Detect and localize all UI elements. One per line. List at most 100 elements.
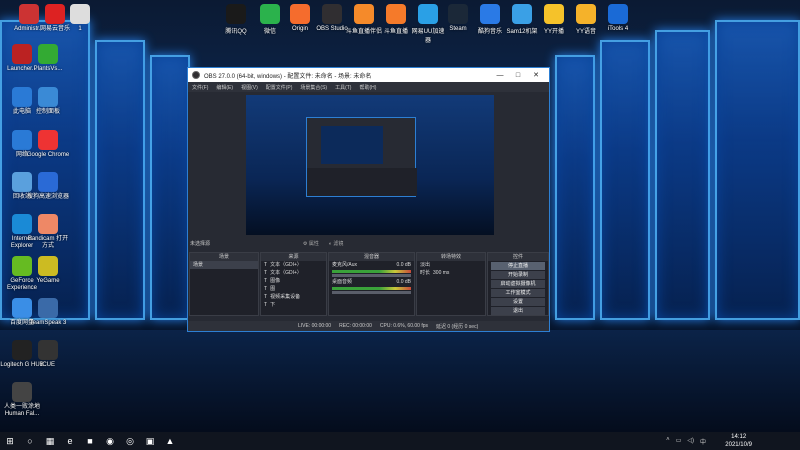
duration-field[interactable]: 时长 300 ms xyxy=(417,269,485,277)
preview-nested-docks xyxy=(307,168,417,196)
source-item[interactable]: T 图像 xyxy=(261,277,326,285)
control-button[interactable]: 工作室模式 xyxy=(491,289,545,297)
taskbar-app[interactable]: ▲ xyxy=(160,432,180,450)
scene-item[interactable]: 场景 xyxy=(190,261,258,269)
obs-statusbar: LIVE: 00:00:00 REC: 00:00:00 CPU: 0.6%, 60… xyxy=(188,321,549,331)
app-icon xyxy=(38,44,58,64)
transitions-dock: 转场特效 淡出 时长 300 ms xyxy=(416,252,486,316)
volume-meter xyxy=(332,287,411,290)
clock-time: 14:12 xyxy=(731,434,747,440)
desktop-icon[interactable]: YeGame xyxy=(26,256,70,285)
source-item[interactable]: T图 xyxy=(261,285,326,293)
taskbar-app[interactable]: ▦ xyxy=(40,432,60,450)
desktop-icon[interactable]: Origin xyxy=(282,4,318,32)
close-button[interactable]: ✕ xyxy=(527,71,545,79)
desktop-icon[interactable]: Sam12机架 xyxy=(504,4,540,35)
control-button[interactable]: 停止直播 xyxy=(491,262,545,270)
taskbar: ⊞ ○ ▦ e ■ ◉ ◎ ▣ ▲ ˄ ▭ ◁) 中 14:12 2021/10/9 xyxy=(0,432,800,450)
taskbar-app[interactable]: ○ xyxy=(20,432,40,450)
no-source-label: 未选择源 xyxy=(190,241,211,247)
desktop-icon-label: 控制面板 xyxy=(35,109,60,115)
desktop-icon-label: OBS Studio xyxy=(316,26,348,32)
desktop-icon[interactable]: iTools 4 xyxy=(600,4,636,32)
taskbar-app[interactable]: ⊞ xyxy=(0,432,20,450)
desktop-icon[interactable]: 搜狗高速浏览器 xyxy=(26,172,70,201)
taskbar-app[interactable]: ■ xyxy=(80,432,100,450)
desktop-icon[interactable]: TeamSpeak 3 xyxy=(26,298,70,327)
menu-item[interactable]: 帮助(H) xyxy=(359,84,376,91)
minimize-button[interactable]: — xyxy=(491,72,509,79)
desktop-icon[interactable]: Steam xyxy=(440,4,476,32)
text-source-icon: T xyxy=(264,262,268,268)
control-button[interactable]: 退出 xyxy=(491,307,545,315)
clock[interactable]: 14:12 2021/10/9 xyxy=(725,433,752,449)
desktop-icon[interactable]: 1 xyxy=(58,4,102,33)
app-icon xyxy=(290,4,310,24)
menu-item[interactable]: 工具(T) xyxy=(335,84,351,91)
network-icon[interactable]: ▭ xyxy=(676,437,682,446)
mixer-db: 0.0 dB xyxy=(396,279,411,285)
taskbar-app[interactable]: ◉ xyxy=(100,432,120,450)
maximize-button[interactable]: □ xyxy=(509,72,527,79)
desktop-icon[interactable]: Google Chrome xyxy=(26,130,70,159)
control-button[interactable]: 开始录制 xyxy=(491,271,545,279)
desktop-icon[interactable]: PlantsVs... xyxy=(26,44,70,73)
sources-dock: 来源 T 文本（GDI+） T 文本（GDI+） T 图像 T 图 T 视频采集设备 T 下 xyxy=(260,252,327,316)
app-icon xyxy=(418,4,438,24)
wall-pane xyxy=(600,40,650,320)
control-button[interactable]: 启动虚拟摄像机 xyxy=(491,280,545,288)
volume-slider[interactable] xyxy=(332,274,411,277)
status-item: 延迟 0 (经历 0 sec) xyxy=(436,323,479,330)
filters-button[interactable]: ◐ 滤镜 xyxy=(329,240,343,247)
volume-slider[interactable] xyxy=(332,291,411,294)
control-button[interactable]: 设置 xyxy=(491,298,545,306)
volume-icon[interactable]: ◁) xyxy=(687,437,694,446)
taskbar-app[interactable]: ▣ xyxy=(140,432,160,450)
transitions-dock-title: 转场特效 xyxy=(417,253,485,261)
obs-preview-canvas[interactable] xyxy=(246,95,494,235)
properties-button[interactable]: ⚙ 属性 xyxy=(303,240,319,247)
source-item[interactable]: T下 xyxy=(261,301,326,309)
desktop-icon[interactable]: iCUE xyxy=(26,340,70,369)
app-icon xyxy=(38,130,58,150)
volume-meter xyxy=(332,270,411,273)
text-source-icon: T xyxy=(264,270,268,276)
menu-item[interactable]: 配置文件(P) xyxy=(266,84,293,91)
text-source-icon: T xyxy=(264,302,268,308)
chevron-up-icon[interactable]: ˄ xyxy=(666,437,670,446)
source-item[interactable]: T 文本（GDI+） xyxy=(261,269,326,277)
taskbar-app[interactable]: ◎ xyxy=(120,432,140,450)
desktop-icon[interactable]: 腾讯QQ xyxy=(218,4,254,35)
desktop-icon[interactable]: 酷狗音乐 xyxy=(472,4,508,35)
menu-item[interactable]: 编辑(E) xyxy=(216,84,233,91)
desktop-icon[interactable]: 斗鱼直播 xyxy=(378,4,414,35)
desktop-icon[interactable]: 控制面板 xyxy=(26,87,70,116)
obs-titlebar[interactable]: OBS 27.0.0 (64-bit, windows) - 配置文件: 未命名… xyxy=(188,68,549,82)
status-item: REC: 00:00:00 xyxy=(339,323,372,329)
transition-select[interactable]: 淡出 xyxy=(417,261,485,269)
app-icon xyxy=(70,4,90,24)
menu-item[interactable]: 视图(V) xyxy=(241,84,258,91)
desktop-icon-label: iTools 4 xyxy=(607,26,629,32)
ime-indicator[interactable]: 中 xyxy=(700,437,706,446)
taskbar-app[interactable]: e xyxy=(60,432,80,450)
desktop-icon[interactable]: Bandicam 打开方式 xyxy=(26,214,70,250)
source-item[interactable]: T 视频采集设备 xyxy=(261,293,326,301)
desktop-icon[interactable]: OBS Studio xyxy=(314,4,350,32)
menu-item[interactable]: 文件(F) xyxy=(192,84,208,91)
desktop-icon-label: YY开播 xyxy=(543,29,564,35)
controls-dock-title: 控件 xyxy=(488,253,548,261)
app-icon xyxy=(260,4,280,24)
obs-window[interactable]: OBS 27.0.0 (64-bit, windows) - 配置文件: 未命名… xyxy=(187,67,550,332)
scenes-dock: 场景 场景 xyxy=(189,252,259,316)
desktop-icon[interactable]: YY语音 xyxy=(568,4,604,35)
app-icon xyxy=(448,4,468,24)
app-icon xyxy=(12,382,32,402)
desktop-icon[interactable]: 人类一败涂地 Human Fal... xyxy=(0,382,44,418)
menu-item[interactable]: 场景集合(S) xyxy=(300,84,327,91)
desktop-icon[interactable]: YY开播 xyxy=(536,4,572,35)
source-item[interactable]: T 文本（GDI+） xyxy=(261,261,326,269)
app-icon xyxy=(576,4,596,24)
preview-nested-canvas xyxy=(321,126,383,164)
desktop-icon[interactable]: 斗鱼直播伴侣 xyxy=(346,4,382,35)
